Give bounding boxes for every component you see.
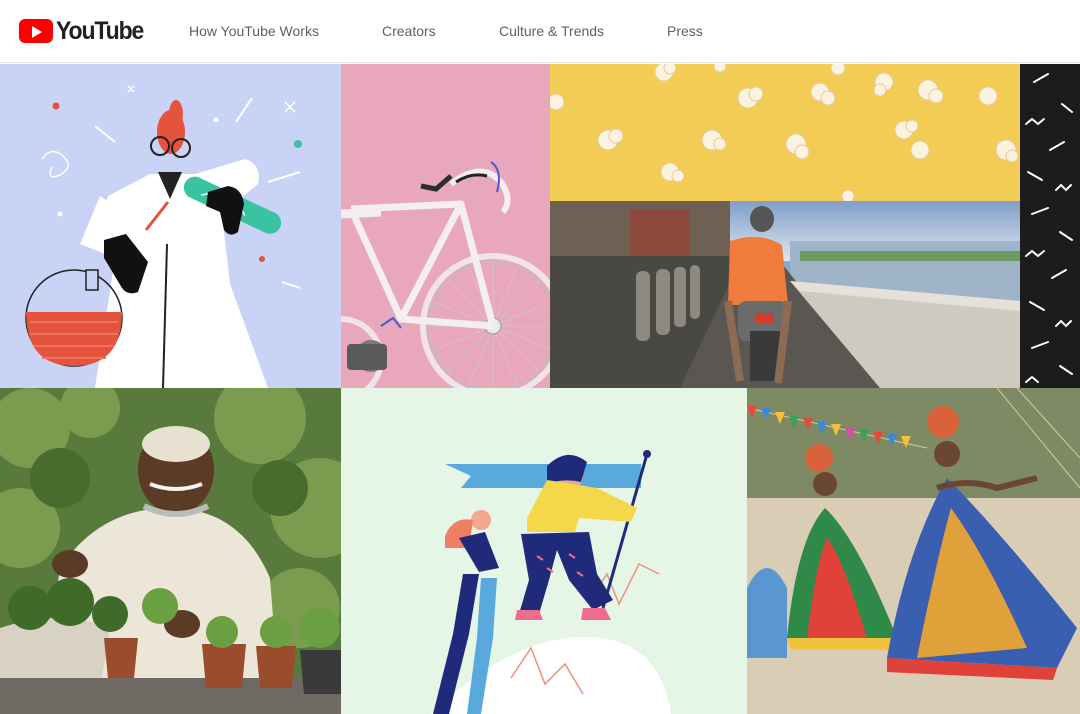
nav-press[interactable]: Press bbox=[667, 23, 703, 39]
logo-wordmark: YouTube bbox=[56, 16, 144, 45]
play-icon bbox=[19, 19, 53, 43]
site-header: YouTube How YouTube Works Creators Cultu… bbox=[0, 0, 1080, 63]
scientist-illustration[interactable] bbox=[0, 64, 341, 388]
scooter-riverside-photo[interactable] bbox=[550, 201, 1020, 388]
bicycle-photo[interactable] bbox=[341, 64, 550, 388]
youtube-logo[interactable]: YouTube bbox=[19, 17, 151, 45]
gardener-photo[interactable] bbox=[0, 388, 341, 714]
nav-creators[interactable]: Creators bbox=[382, 23, 436, 39]
nav-culture-trends[interactable]: Culture & Trends bbox=[499, 23, 604, 39]
climbers-illustration[interactable] bbox=[341, 388, 747, 714]
nav-how-youtube-works[interactable]: How YouTube Works bbox=[189, 23, 319, 39]
dancers-photo[interactable] bbox=[747, 388, 1080, 714]
pattern-strip bbox=[1020, 64, 1080, 388]
popcorn-photo[interactable] bbox=[550, 64, 1020, 201]
